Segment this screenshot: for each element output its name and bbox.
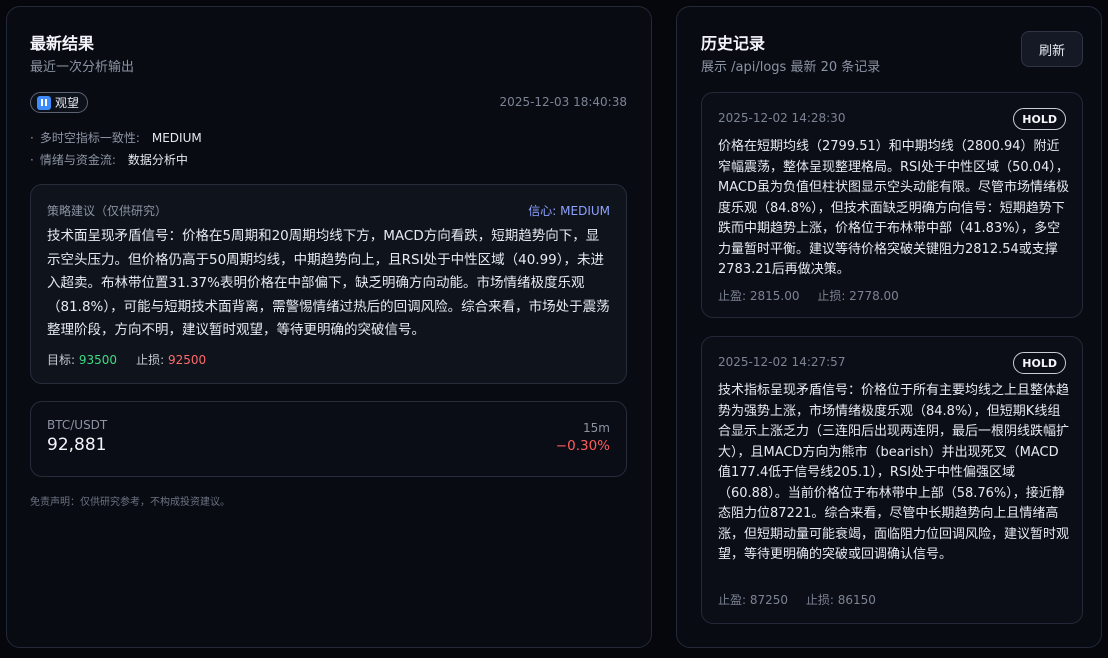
target-label: 目标: <box>47 353 76 367</box>
record-targets: 止盈: 2815.00 止损: 2778.00 <box>718 287 899 304</box>
history-record: 2025-12-02 14:28:30 HOLD 价格在短期均线（2799.51… <box>701 92 1083 318</box>
history-record: 2025-12-02 14:27:57 HOLD 技术指标呈现矛盾信号：价格位于… <box>701 336 1083 624</box>
meta-label: 多时空指标一致性: <box>39 131 140 145</box>
current-price: 92,881 <box>47 435 107 455</box>
disclaimer: 免责声明：仅供研究参考，不构成投资建议。 <box>30 497 230 508</box>
action-badge: HOLD <box>1013 108 1066 130</box>
record-time: 2025-12-02 14:27:57 <box>718 355 846 369</box>
take-profit: 止盈: 2815.00 <box>718 289 800 303</box>
stop-loss: 止损: 2778.00 <box>817 289 899 303</box>
trading-pair: BTC/USDT <box>47 418 108 432</box>
latest-result-panel: 最新结果 最近一次分析输出 观望 2025-12-03 18:40:38 · 多时… <box>6 6 652 648</box>
bullet-icon: · <box>30 131 34 145</box>
take-profit: 止盈: 87250 <box>718 593 789 607</box>
panel-subtitle: 最近一次分析输出 <box>30 60 135 75</box>
strategy-body: 技术面呈现矛盾信号：价格在5周期和20周期均线下方，MACD方向看跌，短期趋势向… <box>47 228 610 338</box>
meta-label: 情绪与资金流: <box>39 153 116 167</box>
record-time: 2025-12-02 14:28:30 <box>718 111 846 125</box>
history-panel: 历史记录 展示 /api/logs 最新 20 条记录 刷新 2025-12-0… <box>676 6 1102 648</box>
refresh-button[interactable]: 刷新 <box>1021 31 1083 67</box>
stop-label: 止损: <box>136 353 165 367</box>
record-targets: 止盈: 87250 止损: 86150 <box>718 591 876 608</box>
timeframe-label: 15m <box>583 421 610 435</box>
latest-result-header: 最新结果 最近一次分析输出 <box>30 30 134 75</box>
stop-value: 92500 <box>168 353 207 367</box>
record-body: 技术指标呈现矛盾信号：价格位于所有主要均线之上且整体趋势为强势上涨，市场情绪极度… <box>718 383 1070 562</box>
meta-value: MEDIUM <box>151 131 202 145</box>
stop-loss: 止损: 86150 <box>805 593 876 607</box>
status-label: 观望 <box>55 96 80 110</box>
strategy-targets: 目标: 93500 止损: 92500 <box>47 351 206 368</box>
panel-subtitle: 展示 /api/logs 最新 20 条记录 <box>701 60 881 75</box>
result-timestamp: 2025-12-03 18:40:38 <box>499 95 627 109</box>
target-value: 93500 <box>78 353 118 367</box>
action-badge: HOLD <box>1013 352 1066 374</box>
meta-value: 数据分析中 <box>127 153 188 167</box>
bullet-icon: · <box>30 153 34 167</box>
panel-title: 最新结果 <box>30 34 95 53</box>
strategy-title: 策略建议（仅供研究） <box>47 204 168 218</box>
meta-sentiment: · 情绪与资金流: 数据分析中 <box>30 151 188 168</box>
pause-icon <box>37 95 51 110</box>
price-change: −0.30% <box>555 438 610 454</box>
price-ticker-card: BTC/USDT 92,881 15m −0.30% <box>30 401 627 477</box>
meta-consistency: · 多时空指标一致性: MEDIUM <box>30 129 202 146</box>
strategy-card: 策略建议（仅供研究） 信心: MEDIUM 技术面呈现矛盾信号：价格在5周期和2… <box>30 184 627 384</box>
status-badge: 观望 <box>30 92 89 113</box>
record-body: 价格在短期均线（2799.51）和中期均线（2800.94）附近窄幅震荡，整体呈… <box>718 139 1069 277</box>
history-header: 历史记录 展示 /api/logs 最新 20 条记录 <box>701 30 880 75</box>
confidence-label: 信心: MEDIUM <box>528 204 610 218</box>
panel-title: 历史记录 <box>701 34 766 53</box>
